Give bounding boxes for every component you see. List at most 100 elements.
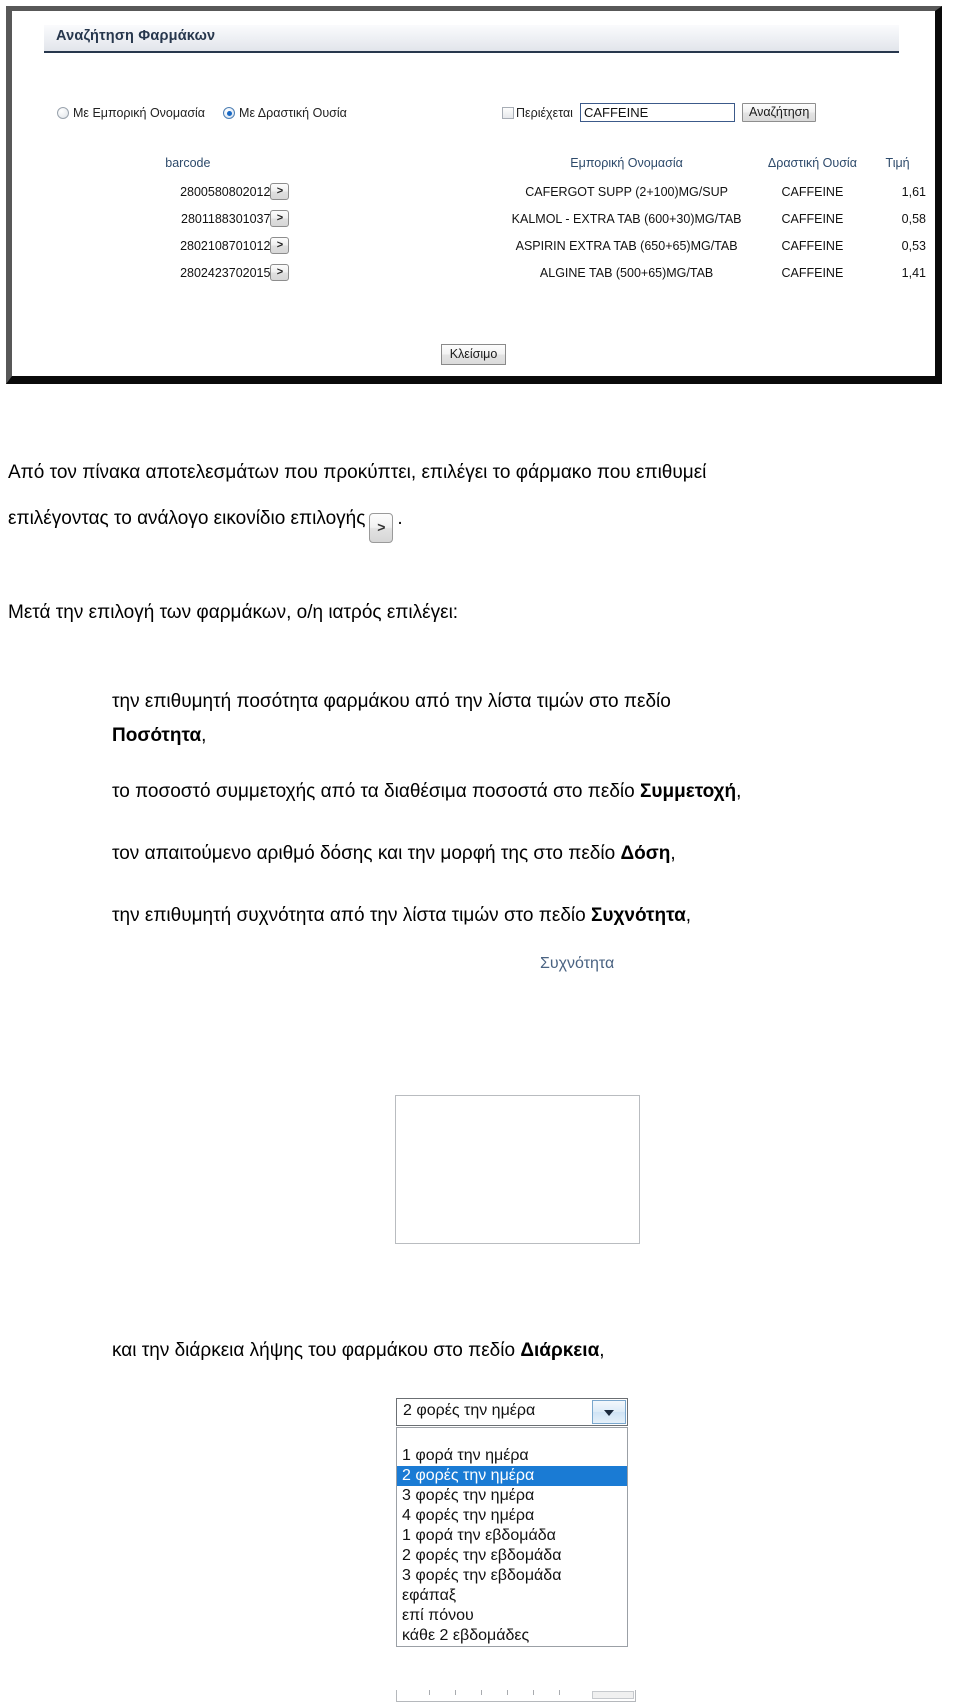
list-item: το ποσοστό συμμετοχής από τα διαθέσιμα π… [112,769,932,815]
page-title: Αναζήτηση Φαρμάκων [56,28,216,44]
duration-field-name: Διάρκεια [520,1340,600,1361]
checkbox-icon[interactable] [502,106,514,119]
cell-spacer [312,178,498,205]
cell-select: > [270,259,311,286]
close-button-row: Κλείσιμο [12,344,935,365]
list-item-text: την επιθυμητή συχνότητα από την λίστα τι… [112,905,591,926]
duration-text: και την διάρκεια λήψης του φαρμάκου στο … [112,1340,521,1361]
list-item-text: τον απαιτούμενο αριθμό δόσης και την μορ… [112,843,621,864]
list-item-field-name: Ποσότητα [112,725,202,746]
cell-spacer [312,205,498,232]
paragraph-selection-instructions: Από τον πίνακα αποτελεσμάτων που προκύπτ… [8,450,928,543]
list-item-text: το ποσοστό συμμετοχής από τα διαθέσιμα π… [112,781,640,802]
scrollbar-tick [533,1690,534,1695]
list-item-tail: , [736,781,742,802]
list-item: την επιθυμητή ποσότητα φαρμάκου από την … [112,685,932,753]
list-item-tail: , [685,905,692,926]
scrollbar-tick [559,1690,560,1695]
select-row-icon[interactable]: > [270,264,290,281]
list-item-text: την επιθυμητή ποσότητα φαρμάκου από την … [112,691,671,712]
radio-option-active-substance[interactable]: Με Δραστική Ουσία [223,106,347,120]
background-panel [395,1095,640,1244]
drug-search-screenshot: Αναζήτηση Φαρμάκων Με Εμπορική Ονομασία … [6,6,942,384]
cell-trade-name: ALGINE TAB (500+65)MG/TAB [539,265,714,280]
dropdown-option-8[interactable]: επί πόνου [397,1606,627,1626]
panel-header: Αναζήτηση Φαρμάκων [44,25,899,53]
drug-search-dialog: Αναζήτηση Φαρμάκων Με Εμπορική Ονομασία … [12,11,935,376]
list-item: την επιθυμητή συχνότητα από την λίστα τι… [112,893,932,939]
frequency-dropdown-screenshot: Συχνότητα 2 φορές την ημέρα 1 φορά την η… [0,945,960,1702]
cell-substance: CAFFEINE [781,265,844,280]
radio-icon-checked[interactable] [223,107,236,119]
list-item: τον απαιτούμενο αριθμό δόσης και την μορ… [112,831,932,877]
close-button[interactable]: Κλείσιμο [440,344,507,365]
list-item-field-name: Συχνότητα [591,905,686,926]
cell-barcode: 2801188301037 [181,211,271,226]
column-header-trade-name: Εμπορική Ονομασία [570,156,683,170]
column-header-price: Τιμή [885,156,910,170]
cell-substance: CAFFEINE [781,238,844,253]
cell-select: > [270,205,311,232]
results-area: barcode Εμπορική Ονομασία Δραστική Ουσία… [12,156,935,286]
frequency-field-label: Συχνότητα [540,955,615,972]
column-header-barcode: barcode [165,156,211,170]
duration-tail: , [599,1340,605,1361]
table-header-row: barcode Εμπορική Ονομασία Δραστική Ουσία… [64,156,926,178]
radio-icon-unchecked[interactable] [57,107,69,119]
table-row: 2800580802012 > CAFERGOT SUPP (2+100)MG/… [64,178,926,205]
contains-checkbox-wrap[interactable]: Περιέχεται [502,106,573,120]
list-item-field-name: Δόση [620,843,671,864]
cell-substance: CAFFEINE [781,211,844,226]
cell-barcode: 2800580802012 [180,184,271,199]
dropdown-option-0[interactable]: 1 φορά την ημέρα [397,1446,627,1466]
scrollbar-tick [455,1690,456,1695]
list-top-padding [397,1428,627,1446]
cell-select: > [270,178,311,205]
dropdown-option-9[interactable]: κάθε 2 εβδομάδες [397,1626,627,1646]
radio-option-trade-name[interactable]: Με Εμπορική Ονομασία [57,106,205,120]
search-input[interactable] [579,103,735,122]
dropdown-option-6[interactable]: 3 φορές την εβδομάδα [397,1566,627,1586]
frequency-option-list[interactable]: 1 φορά την ημέρα 2 φορές την ημέρα 3 φορ… [396,1427,628,1647]
results-table-body: 2800580802012 > CAFERGOT SUPP (2+100)MG/… [64,178,926,286]
scrollbar-tick [481,1690,482,1695]
scrollbar-tick [429,1690,430,1695]
scrollbar-thumb[interactable] [592,1691,634,1699]
column-header-substance: Δραστική Ουσία [767,156,857,170]
table-row: 2801188301037 > KALMOL - EXTRA TAB (600+… [64,205,926,232]
dropdown-option-7[interactable]: εφάπαξ [397,1586,627,1606]
contains-checkbox-label: Περιέχεται [516,105,573,120]
select-row-icon[interactable]: > [270,210,290,227]
search-area: Περιέχεται Αναζήτηση [502,103,817,122]
frequency-combobox[interactable]: 2 φορές την ημέρα [396,1398,628,1426]
column-header-spacer [312,156,498,178]
cell-trade-name: KALMOL - EXTRA TAB (600+30)MG/TAB [511,211,742,226]
paragraph-line-2: επιλέγοντας το ανάλογο εικονίδιο επιλογή… [8,508,366,529]
cell-spacer [312,259,498,286]
search-mode-radio-group: Με Εμπορική Ονομασία Με Δραστική Ουσία [57,106,347,120]
table-row: 2802108701012 > ASPIRIN EXTRA TAB (650+6… [64,232,926,259]
cell-price: 0,53 [901,238,926,253]
cell-barcode: 2802108701012 [180,238,271,253]
horizontal-scrollbar[interactable] [396,1690,636,1702]
cell-select: > [270,232,311,259]
dropdown-option-4[interactable]: 1 φορά την εβδομάδα [397,1526,627,1546]
dropdown-option-2[interactable]: 3 φορές την ημέρα [397,1486,627,1506]
table-row: 2802423702015 > ALGINE TAB (500+65)MG/TA… [64,259,926,286]
chevron-down-icon[interactable] [592,1400,626,1424]
select-row-icon[interactable]: > [270,183,290,200]
dropdown-option-1[interactable]: 2 φορές την ημέρα [397,1466,627,1486]
search-button[interactable]: Αναζήτηση [741,103,817,122]
results-table: barcode Εμπορική Ονομασία Δραστική Ουσία… [64,156,926,286]
dropdown-option-3[interactable]: 4 φορές την ημέρα [397,1506,627,1526]
cell-spacer [312,232,498,259]
select-row-icon: > [369,513,394,543]
select-row-icon[interactable]: > [270,237,290,254]
cell-price: 1,41 [901,265,926,280]
paragraph-duration: και την διάρκεια λήψης του φαρμάκου στο … [112,1340,605,1362]
dropdown-option-5[interactable]: 2 φορές την εβδομάδα [397,1546,627,1566]
radio-label-trade-name: Με Εμπορική Ονομασία [73,106,206,120]
cell-price: 0,58 [901,211,926,226]
paragraph-after-selection: Μετά την επιλογή των φαρμάκων, ο/η ιατρό… [8,602,459,623]
cell-trade-name: CAFERGOT SUPP (2+100)MG/SUP [525,184,728,199]
